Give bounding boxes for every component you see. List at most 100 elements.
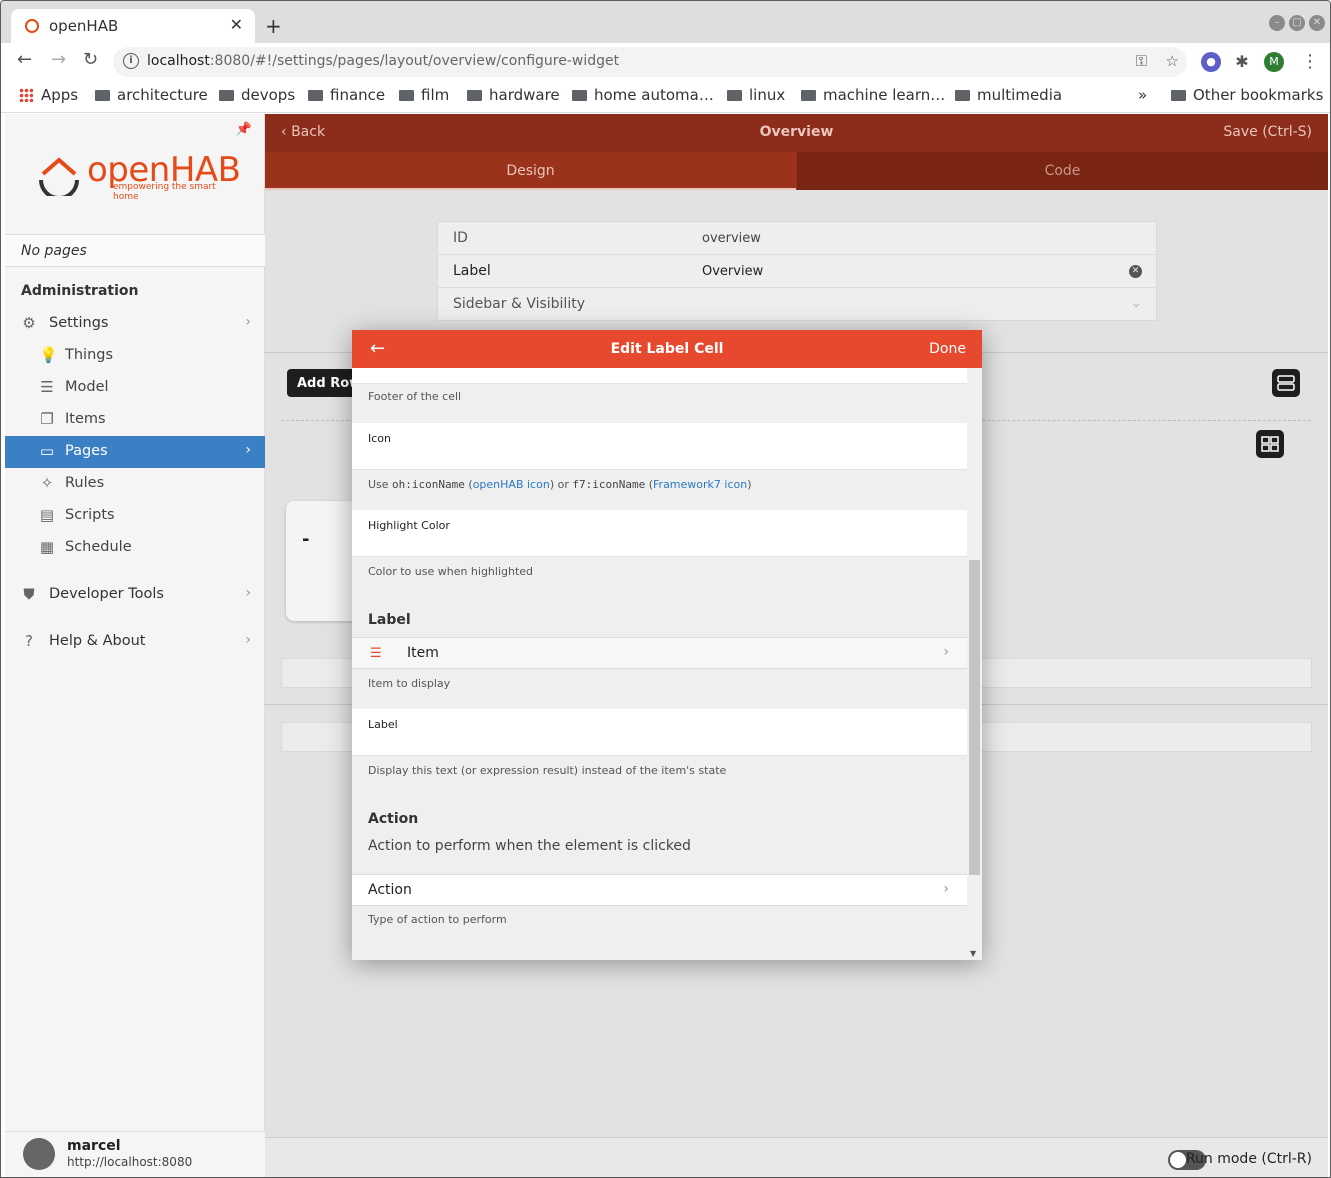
clear-icon[interactable]: ✕ [1129, 265, 1142, 278]
card-value: - [302, 529, 310, 550]
chevron-down-icon: ⌄ [1130, 295, 1142, 311]
forward-arrow-icon[interactable]: → [51, 49, 66, 70]
hint-text: Use [368, 478, 393, 491]
display-icon: ▭ [39, 442, 55, 460]
dialog-title: Edit Label Cell [610, 341, 724, 357]
add-row-button[interactable]: Add Row [287, 369, 353, 397]
label-row[interactable]: Label Overview ✕ [438, 255, 1158, 288]
chevron-right-icon: › [245, 585, 251, 601]
sidebar-item-pages[interactable]: ▭ Pages › [5, 436, 265, 468]
item-hint: Item to display [368, 677, 451, 690]
bookmark-folder[interactable]: multimedia [955, 86, 1062, 104]
profile-avatar[interactable]: M [1264, 52, 1284, 72]
framework7-icon-link[interactable]: Framework7 icon [653, 478, 747, 491]
browser-tab[interactable]: openHAB ✕ [11, 9, 255, 43]
sidebar-item-model[interactable]: ☰ Model [5, 372, 265, 404]
sidebar-item-help-about[interactable]: ? Help & About › [5, 626, 265, 658]
sidebar-item-items[interactable]: ❐ Items [5, 404, 265, 436]
address-bar[interactable]: i localhost:8080/#!/settings/pages/layou… [113, 47, 1187, 77]
tab-title: openHAB [49, 17, 119, 35]
bookmark-folder[interactable]: devops [219, 86, 295, 104]
rows-layout-icon[interactable] [1272, 369, 1300, 397]
sidebar-item-label: Things [65, 347, 114, 363]
list-icon: ☰ [40, 378, 54, 396]
dialog-scrollbar[interactable]: ▼ [967, 368, 982, 960]
tab-code[interactable]: Code [797, 152, 1328, 190]
highlight-color-field[interactable]: Highlight Color [352, 510, 967, 557]
puzzle-icon[interactable]: ✱ [1232, 52, 1252, 72]
label-input[interactable]: Overview [702, 264, 763, 279]
action-selector[interactable]: Action › [352, 874, 967, 906]
bookmark-folder[interactable]: finance [308, 86, 385, 104]
administration-heading: Administration [21, 283, 139, 299]
reload-icon[interactable]: ↻ [83, 49, 98, 70]
label-label: Label [453, 263, 491, 279]
bookmark-apps[interactable]: Apps [19, 86, 78, 104]
sidebar-item-scripts[interactable]: ▤ Scripts [5, 500, 265, 532]
folder-icon [308, 90, 323, 101]
sidebar-visibility-label: Sidebar & Visibility [453, 296, 585, 312]
menu-dots-icon[interactable]: ⋮ [1301, 51, 1319, 72]
bookmark-label: home automa… [594, 86, 714, 104]
id-row: ID overview [438, 222, 1158, 255]
bookmark-star-icon[interactable]: ☆ [1166, 52, 1179, 70]
sidebar-item-things[interactable]: 💡 Things [5, 340, 265, 372]
page-tabs: Design Code [265, 152, 1328, 190]
bookmark-label: architecture [117, 86, 208, 104]
document-icon: ▤ [39, 506, 55, 524]
scrollbar-thumb[interactable] [969, 560, 980, 875]
bookmark-folder[interactable]: home automa… [572, 86, 714, 104]
tab-strip: openHAB ✕ + – □ ✕ [1, 1, 1330, 43]
new-tab-icon[interactable]: + [265, 14, 282, 38]
item-selector[interactable]: ☰ Item › [352, 637, 967, 669]
folder-icon [727, 90, 742, 101]
bookmark-folder[interactable]: machine learn… [801, 86, 945, 104]
bookmark-folder[interactable]: hardware [467, 86, 560, 104]
dialog-header: ← Edit Label Cell Done [352, 330, 982, 368]
browser-window: openHAB ✕ + – □ ✕ ← → ↻ i localhost:8080… [0, 0, 1331, 1178]
minimize-icon[interactable]: – [1269, 15, 1285, 31]
sidebar-item-rules[interactable]: ✧ Rules [5, 468, 265, 500]
extension-badge-icon[interactable]: ● [1201, 52, 1221, 72]
sidebar-item-label: Settings [49, 315, 109, 331]
lightbulb-icon: 💡 [39, 346, 58, 364]
highlight-hint: Color to use when highlighted [368, 565, 534, 578]
bookmarks-overflow-button[interactable]: » [1138, 86, 1147, 104]
openhab-icon-link[interactable]: openHAB icon [473, 478, 550, 491]
apps-grid-icon [19, 88, 33, 102]
info-icon[interactable]: i [123, 53, 139, 69]
sidebar-visibility-row[interactable]: Sidebar & Visibility ⌄ [438, 288, 1158, 321]
label-field[interactable]: Label [352, 709, 967, 756]
shield-icon: ⛊ [23, 585, 35, 603]
run-mode-label: Run mode (Ctrl-R) [1185, 1151, 1312, 1167]
sidebar-item-developer-tools[interactable]: ⛊ Developer Tools › [5, 579, 265, 611]
scroll-down-icon[interactable]: ▼ [970, 949, 976, 958]
close-tab-icon[interactable]: ✕ [230, 15, 243, 34]
grid-layout-icon[interactable] [1256, 430, 1284, 458]
sidebar-item-label: Pages [65, 443, 108, 459]
pin-icon[interactable]: 📌 [236, 122, 252, 137]
chevron-right-icon: › [943, 644, 949, 660]
sidebar-item-schedule[interactable]: ▦ Schedule [5, 532, 265, 564]
save-button[interactable]: Save (Ctrl-S) [1223, 124, 1312, 140]
done-button[interactable]: Done [929, 341, 966, 357]
key-icon[interactable]: ⚿ [1136, 52, 1147, 70]
chevron-right-icon: › [943, 881, 949, 897]
sidebar-item-label: Scripts [65, 507, 115, 523]
tab-design[interactable]: Design [265, 152, 796, 190]
close-window-icon[interactable]: ✕ [1309, 15, 1325, 31]
bookmark-folder[interactable]: architecture [95, 86, 208, 104]
id-value: overview [702, 231, 761, 246]
bookmark-label: machine learn… [823, 86, 946, 104]
sidebar-item-settings[interactable]: ⚙ Settings › [5, 308, 265, 340]
user-info[interactable]: marcel http://localhost:8080 [5, 1131, 265, 1177]
maximize-icon[interactable]: □ [1289, 15, 1305, 31]
label-section-title: Label [368, 612, 411, 628]
footer-field[interactable] [352, 368, 967, 384]
other-bookmarks[interactable]: Other bookmarks [1171, 86, 1323, 104]
bookmark-folder[interactable]: film [399, 86, 449, 104]
folder-icon [1171, 90, 1186, 101]
icon-field[interactable]: Icon [352, 423, 967, 470]
back-arrow-icon[interactable]: ← [17, 49, 32, 70]
bookmark-folder[interactable]: linux [727, 86, 785, 104]
